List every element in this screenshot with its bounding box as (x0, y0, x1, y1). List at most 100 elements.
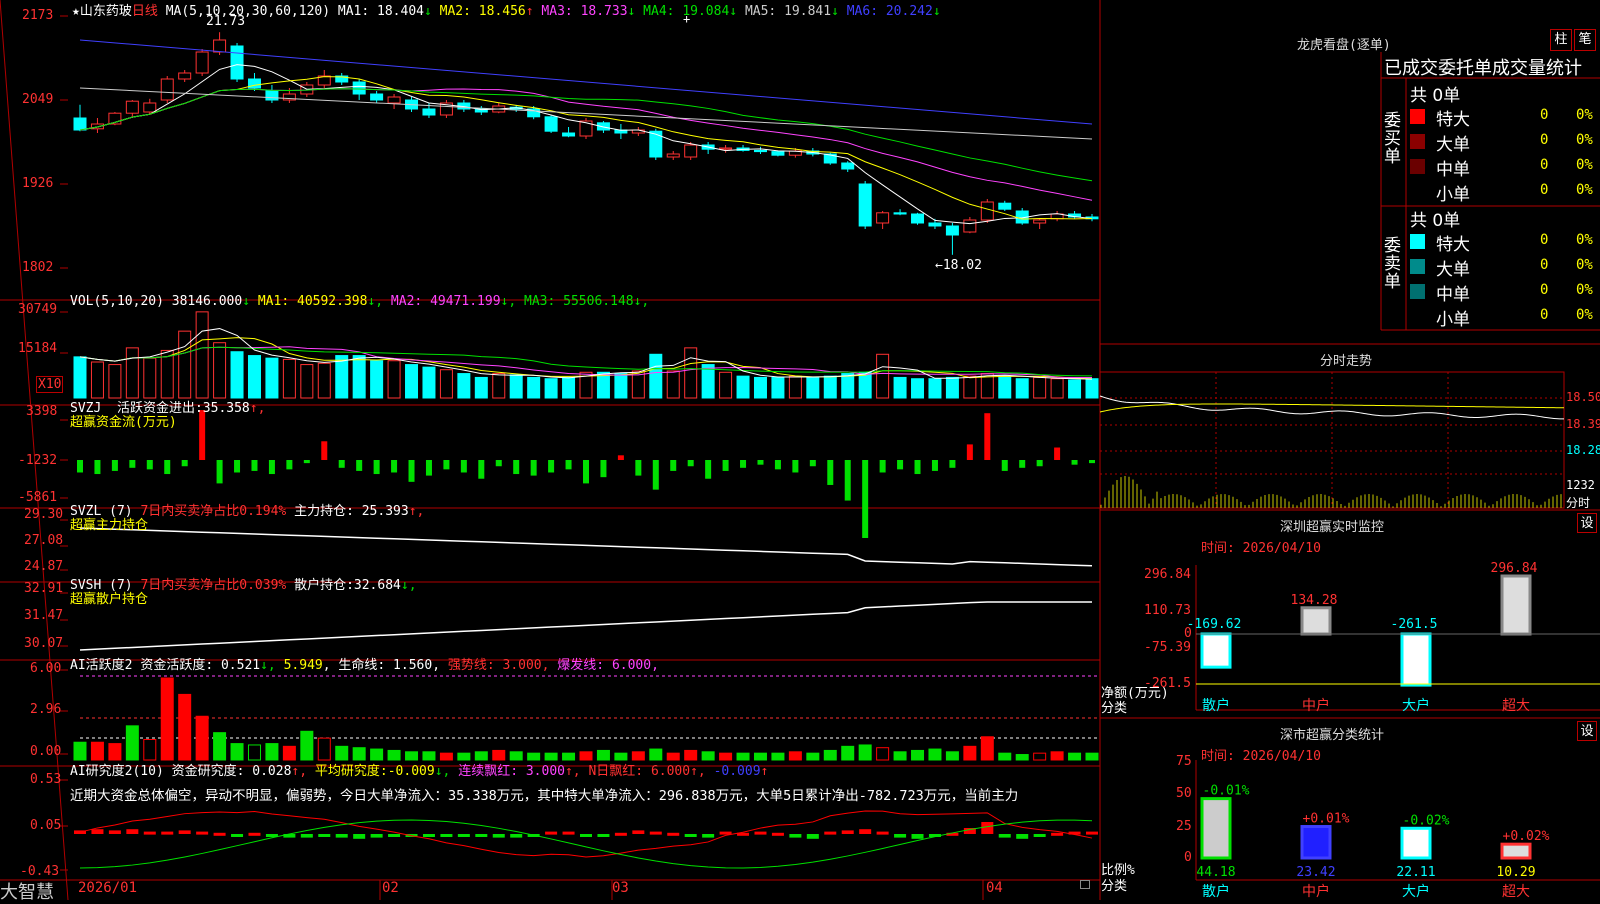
class-category-label: 散户 (1202, 883, 1230, 900)
candle-body (352, 81, 366, 95)
money-flow-bar (234, 460, 241, 473)
money-flow-bar (862, 460, 869, 538)
class-change-label: -0.02% (1403, 813, 1450, 828)
research-bar (981, 822, 994, 834)
sz-monitor-settings-button[interactable]: 设 (1577, 513, 1597, 533)
bar-mode-button[interactable]: 柱 (1550, 29, 1572, 51)
period-label[interactable]: 日线 (132, 4, 158, 19)
activity-bar (893, 751, 907, 761)
class-change-label: -0.01% (1203, 784, 1250, 799)
money-flow-bar (652, 460, 659, 490)
money-flow-bar (740, 460, 747, 468)
volume-bar (90, 361, 104, 399)
class-bar (1200, 797, 1232, 860)
volume-bar (230, 351, 244, 399)
activity-bar (474, 751, 488, 761)
money-flow-bar (338, 460, 345, 468)
activity-bar (509, 751, 523, 761)
research-bar (667, 832, 680, 836)
volume-bar (1068, 379, 1082, 399)
money-flow-bar (391, 460, 398, 473)
vol-unit-badge[interactable]: X10 (36, 376, 64, 393)
lock-icon[interactable] (1080, 880, 1090, 889)
ma-value: 18.733 (580, 4, 628, 19)
order-pct: 0% (1576, 232, 1593, 248)
vol-ma-arrow: ↓, (500, 294, 517, 309)
money-flow-bar (1054, 447, 1061, 460)
class-category-label: 超大 (1502, 884, 1530, 900)
main-header: ★山东药玻日线 MA(5,10,20,30,60,120) MA1: 18.40… (72, 0, 941, 19)
retail-holding-line (79, 601, 1092, 651)
research-bar (422, 834, 435, 837)
money-flow-bar (94, 460, 101, 475)
class-category-label: 中户 (1302, 883, 1330, 900)
candle-body (666, 153, 680, 158)
order-qty: 0 (1540, 132, 1549, 148)
volume-bar (945, 376, 959, 399)
last-arrow: ↑ (760, 764, 769, 779)
volume-bar (73, 356, 87, 399)
money-flow-bar (77, 460, 83, 473)
class-bar (1400, 826, 1432, 860)
volume-bar (858, 371, 872, 399)
research-bar (789, 834, 802, 838)
money-flow-bar (565, 460, 572, 470)
research-bar (108, 830, 121, 834)
research-bar (248, 832, 261, 836)
money-flow-bar (199, 410, 206, 460)
money-flow-bar (321, 441, 328, 460)
order-qty: 0 (1540, 282, 1549, 298)
activity-bar (788, 751, 802, 761)
candle-body (841, 162, 855, 170)
research-bar (998, 834, 1011, 838)
ma-label: MA5: (737, 4, 785, 19)
stock-name[interactable]: 山东药玻 (80, 4, 132, 19)
money-flow-bar (879, 460, 886, 473)
research-bar (126, 829, 139, 834)
line-mode-button[interactable]: 笔 (1574, 29, 1596, 51)
candle-body (265, 90, 279, 101)
volume-bar (911, 378, 925, 399)
volume-bar (474, 376, 488, 399)
star-icon[interactable]: ★ (72, 4, 80, 19)
volume-bar (614, 373, 628, 399)
svzl-hold-arrow: ↑, (408, 504, 425, 519)
sz-class-settings-button[interactable]: 设 (1577, 721, 1597, 741)
vol-ma-label: MA1: (257, 294, 297, 309)
volume-bar (352, 355, 366, 399)
research-bar (457, 834, 470, 837)
volume-bar (457, 373, 471, 399)
buy-total: 共 0单 (1410, 86, 1461, 106)
money-flow-bar (513, 460, 520, 475)
activity-bar (300, 730, 314, 761)
volume-bar (317, 362, 331, 399)
monitor-category-label: 超大 (1502, 698, 1530, 714)
money-flow-bar (111, 460, 118, 471)
avg-research-line (79, 819, 1093, 869)
intraday-price-label: 18.39 (1566, 417, 1600, 431)
low-price-mark: ←18.02 (935, 258, 982, 273)
candle-body (387, 96, 401, 104)
sz-class-time: 时间: 2026/04/10 (1201, 745, 1321, 764)
svzl-hold-value: 25.393 (361, 504, 409, 519)
volume-bar (143, 357, 157, 399)
svzj-axis-label: 3398 (26, 404, 58, 419)
monitor-axis-label: 110.73 (1144, 603, 1191, 618)
money-flow-bar (1019, 460, 1026, 468)
monitor-bar (1200, 632, 1232, 669)
svzl-ratio-label: 7日内买卖净占比 (140, 504, 240, 519)
intraday-price-line (1099, 395, 1565, 420)
candle-body (649, 130, 663, 158)
candle-body (753, 149, 767, 153)
volume-bar (509, 374, 523, 399)
buy-side-label: 委买单 (1384, 111, 1401, 167)
candle-body (911, 213, 925, 224)
activity-bar (265, 743, 279, 761)
ma-arrow: ↓ (424, 4, 432, 19)
money-flow-bar (984, 413, 991, 460)
svsh-ratio-value: 0.039% (239, 578, 287, 593)
volume-bar (544, 378, 558, 399)
order-qty: 0 (1540, 107, 1549, 123)
volume-bar (247, 355, 261, 399)
money-flow-bar (809, 460, 816, 467)
